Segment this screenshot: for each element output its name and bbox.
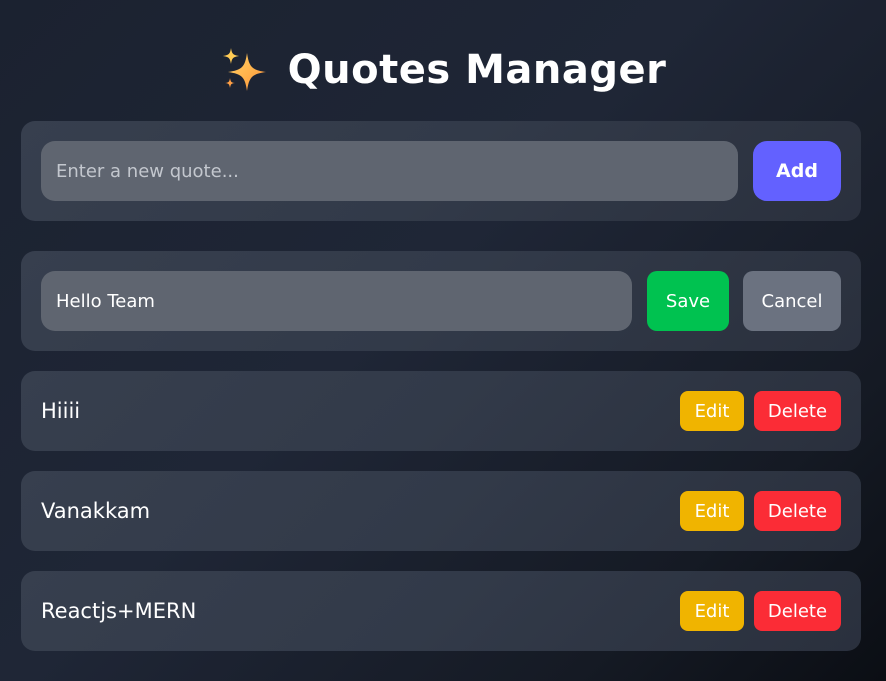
- quote-item: Hiiii Edit Delete: [21, 371, 861, 451]
- delete-button[interactable]: Delete: [754, 591, 841, 631]
- quote-item: Vanakkam Edit Delete: [21, 471, 861, 551]
- save-button[interactable]: Save: [647, 271, 729, 331]
- quote-text: Reactjs+MERN: [41, 599, 197, 623]
- app-header: Quotes Manager: [0, 40, 886, 100]
- add-button[interactable]: Add: [753, 141, 841, 201]
- edit-quote-form: Save Cancel: [21, 251, 861, 351]
- edit-button[interactable]: Edit: [680, 491, 744, 531]
- quote-text: Hiiii: [41, 399, 81, 423]
- quote-item: Reactjs+MERN Edit Delete: [21, 571, 861, 651]
- cancel-button[interactable]: Cancel: [743, 271, 841, 331]
- edit-quote-input[interactable]: [41, 271, 632, 331]
- delete-button[interactable]: Delete: [754, 491, 841, 531]
- delete-button[interactable]: Delete: [754, 391, 841, 431]
- quote-text: Vanakkam: [41, 499, 151, 523]
- sparkles-icon: [222, 48, 266, 91]
- edit-button[interactable]: Edit: [680, 391, 744, 431]
- edit-button[interactable]: Edit: [680, 591, 744, 631]
- page-title: Quotes Manager: [287, 47, 667, 93]
- add-quote-form: Add: [21, 121, 861, 221]
- new-quote-input[interactable]: [41, 141, 738, 201]
